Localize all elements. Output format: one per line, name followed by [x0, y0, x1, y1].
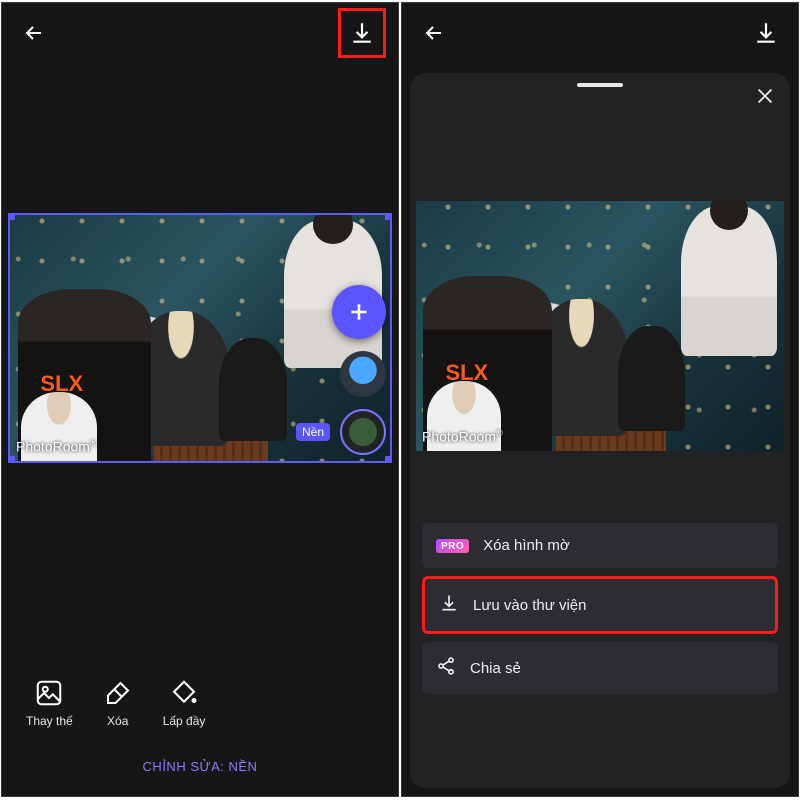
tool-row: Thay thế Xóa Lấp đầy: [2, 678, 398, 728]
export-options: PRO Xóa hình mờ Lưu vào thư viện Chia sẻ: [422, 523, 778, 694]
figure: [219, 338, 287, 441]
save-to-gallery-option[interactable]: Lưu vào thư viện: [422, 576, 778, 634]
export-screen: SLX PhotoRoom® PRO Xóa hình mờ Lưu vào t…: [401, 2, 799, 797]
fill-tool[interactable]: Lấp đầy: [163, 678, 206, 728]
top-bar: [402, 3, 798, 63]
replace-tool[interactable]: Thay thế: [26, 678, 73, 728]
remove-watermark-option[interactable]: PRO Xóa hình mờ: [422, 523, 778, 568]
back-button[interactable]: [14, 13, 54, 53]
export-sheet: SLX PhotoRoom® PRO Xóa hình mờ Lưu vào t…: [410, 73, 790, 788]
top-bar: [2, 3, 398, 63]
canvas[interactable]: SLX PhotoRoom® Nền: [8, 213, 392, 463]
pro-badge: PRO: [436, 539, 469, 553]
preview-image: SLX PhotoRoom®: [416, 201, 784, 451]
download-icon: [439, 593, 459, 617]
share-icon: [436, 656, 456, 680]
option-label: Lưu vào thư viện: [473, 597, 586, 614]
share-option[interactable]: Chia sẻ: [422, 642, 778, 694]
back-button[interactable]: [414, 13, 454, 53]
tool-label: Lấp đầy: [163, 714, 206, 728]
mode-label: CHỈNH SỬA: NỀN: [2, 759, 398, 774]
close-button[interactable]: [754, 85, 776, 113]
layer-stack: Nền: [332, 285, 392, 455]
selected-layer[interactable]: SLX PhotoRoom® Nền: [8, 213, 392, 463]
watermark: PhotoRoom®: [16, 438, 97, 455]
editor-screen: SLX PhotoRoom® Nền: [1, 2, 399, 797]
background-layer-button[interactable]: [340, 409, 386, 455]
add-layer-button[interactable]: [332, 285, 386, 339]
download-button[interactable]: [338, 8, 386, 58]
subject-layer-button[interactable]: [340, 351, 386, 397]
option-label: Chia sẻ: [470, 660, 521, 677]
tool-label: Thay thế: [26, 714, 73, 728]
option-label: Xóa hình mờ: [483, 537, 570, 554]
preview: SLX PhotoRoom®: [410, 87, 790, 463]
background-layer-label: Nền: [296, 423, 330, 441]
watermark: PhotoRoom®: [422, 428, 503, 445]
tool-label: Xóa: [107, 714, 128, 728]
delete-tool[interactable]: Xóa: [103, 678, 133, 728]
download-button[interactable]: [746, 13, 786, 53]
